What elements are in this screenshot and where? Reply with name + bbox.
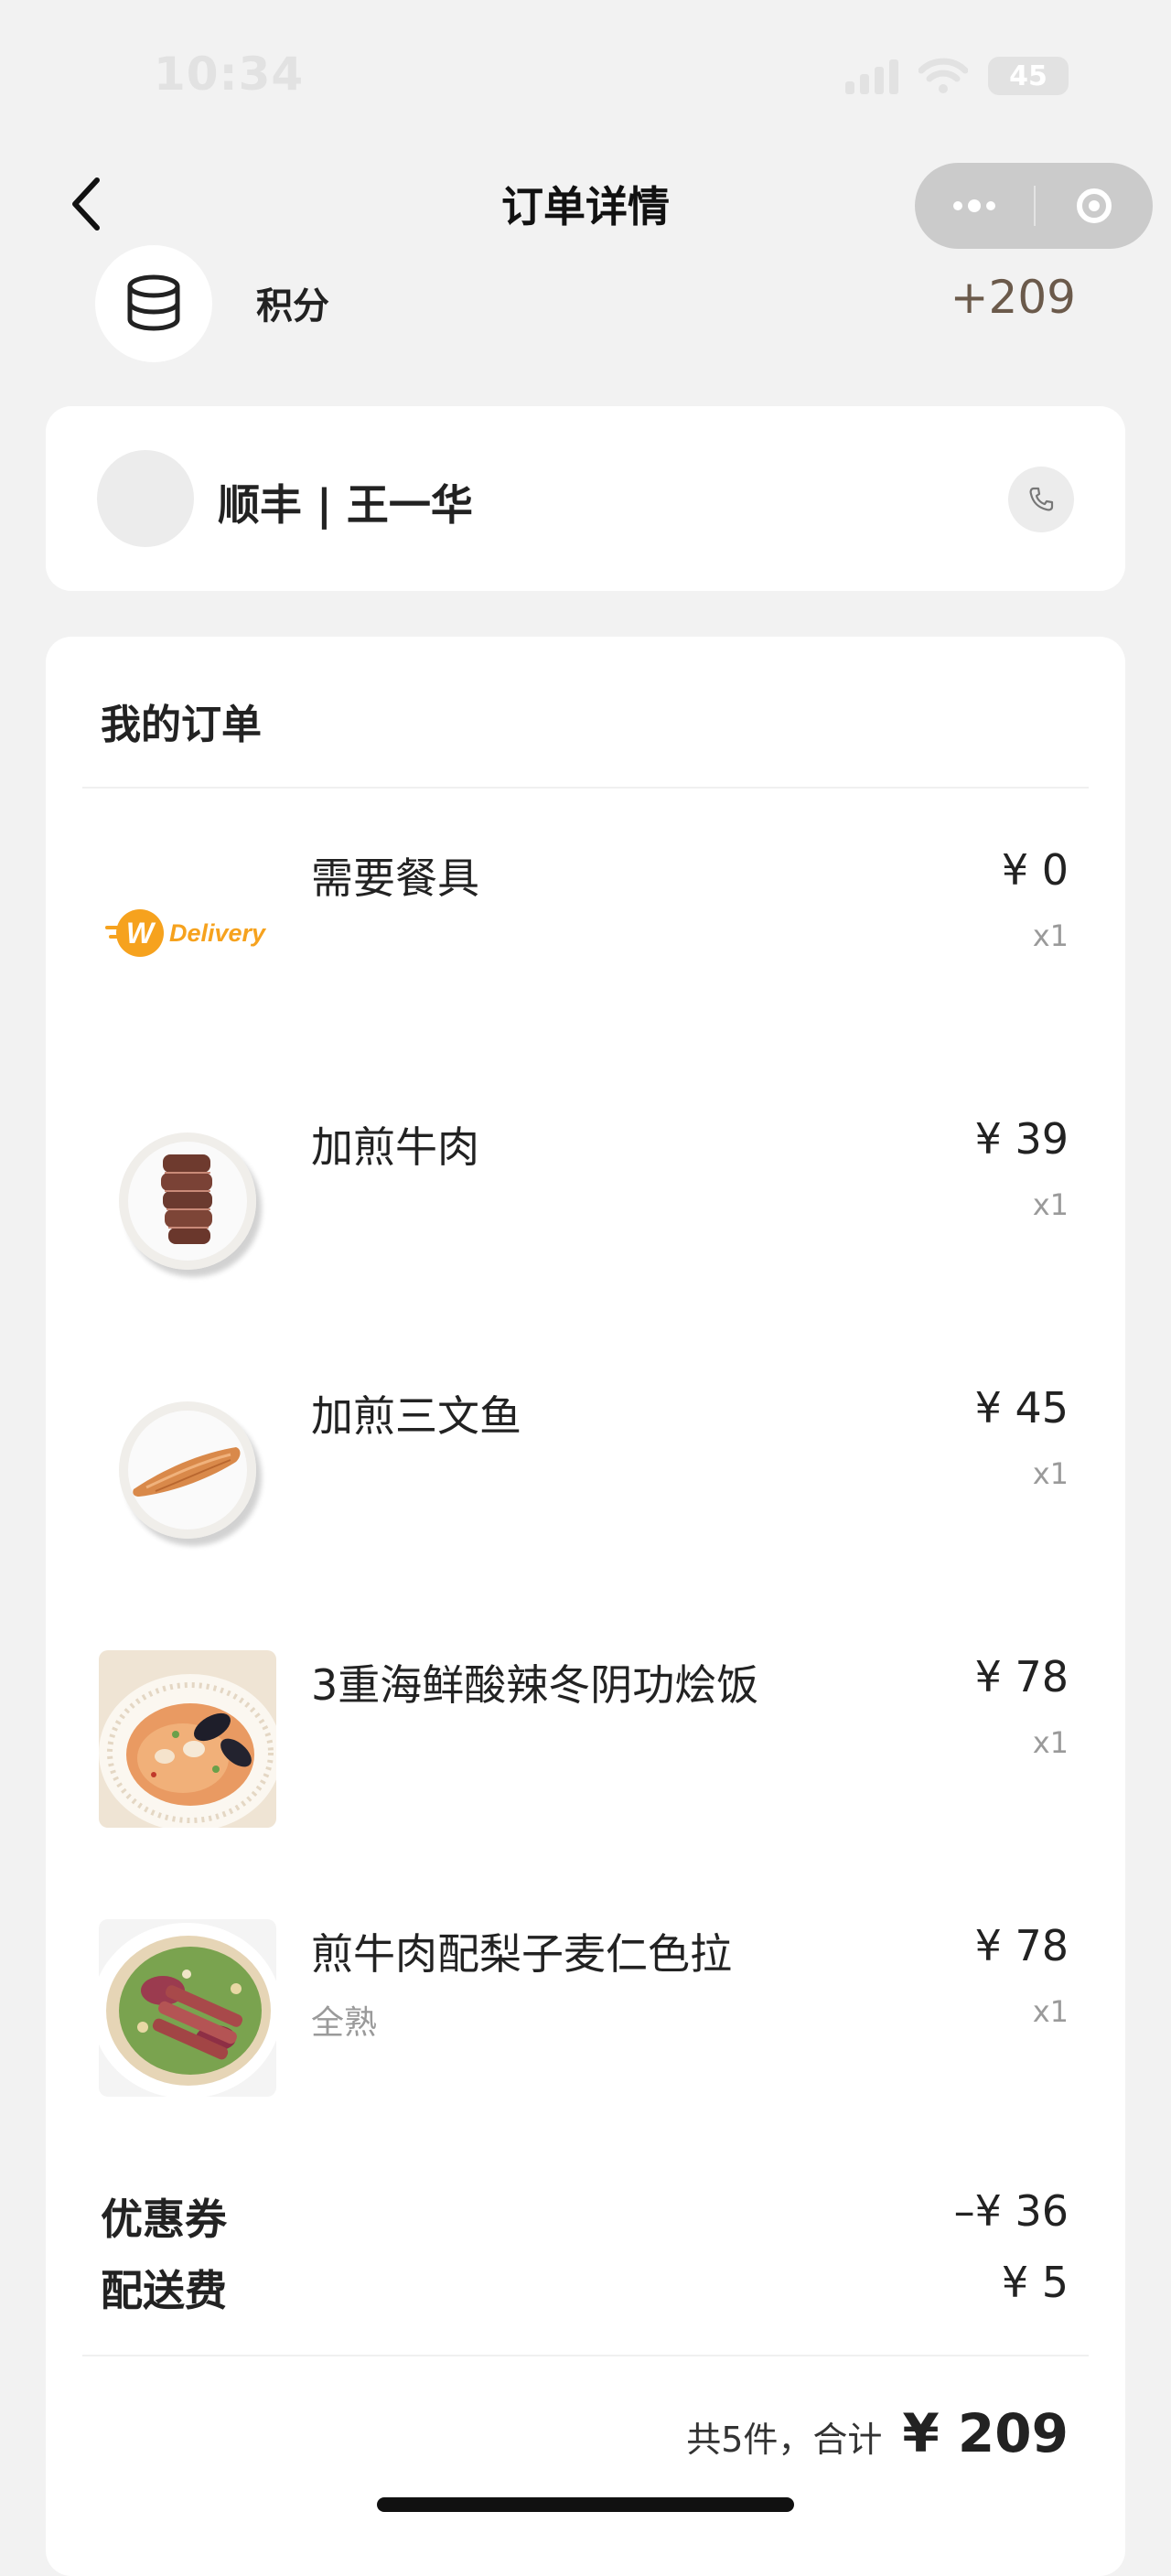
- close-miniprogram-icon[interactable]: [1036, 188, 1153, 223]
- list-item[interactable]: 加煎三文鱼 ¥ 45 x1: [46, 1381, 1125, 1564]
- list-item[interactable]: 3重海鲜酸辣冬阴功烩饭 ¥ 78 x1: [46, 1650, 1125, 1833]
- item-quantity: x1: [1032, 1456, 1069, 1491]
- points-label: 积分: [256, 285, 329, 327]
- delivery-fee-label: 配送费: [101, 2266, 227, 2315]
- home-indicator: [377, 2497, 794, 2512]
- total-amount: ¥ 209: [902, 2402, 1069, 2464]
- item-name: 加煎牛肉: [311, 1122, 479, 1172]
- item-quantity: x1: [1032, 1994, 1069, 2029]
- item-name: 加煎三文鱼: [311, 1391, 521, 1441]
- order-total: 共5件，合计 ¥ 209: [686, 2402, 1069, 2464]
- item-quantity: x1: [1032, 1725, 1069, 1760]
- item-price: ¥ 45: [974, 1383, 1069, 1433]
- courier-name: 顺丰 | 王一华: [218, 480, 473, 530]
- item-quantity: x1: [1032, 918, 1069, 953]
- divider: [82, 787, 1089, 789]
- item-price: ¥ 39: [974, 1114, 1069, 1164]
- item-name: 3重海鲜酸辣冬阴功烩饭: [311, 1660, 759, 1710]
- wifi-icon: [919, 58, 968, 94]
- status-icons: 45: [845, 57, 1069, 95]
- order-card: 我的订单 W Delivery 需要餐具 ¥ 0 x1 加煎牛肉 ¥ 39 x1…: [46, 637, 1125, 2576]
- signal-icon: [845, 58, 898, 94]
- item-name: 煎牛肉配梨子麦仁色拉: [311, 1929, 732, 1979]
- battery-icon: 45: [988, 57, 1069, 95]
- coupon-label: 优惠券: [101, 2195, 227, 2244]
- list-item[interactable]: 加煎牛肉 ¥ 39 x1: [46, 1112, 1125, 1295]
- total-count: 共5件，合计: [686, 2420, 883, 2460]
- divider: [82, 2355, 1089, 2356]
- status-time: 10:34: [154, 48, 305, 101]
- delivery-fee-value: ¥ 5: [1001, 2258, 1069, 2307]
- item-note: 全熟: [311, 2004, 378, 2042]
- item-price: ¥ 78: [974, 1652, 1069, 1701]
- courier-card: 顺丰 | 王一华: [46, 406, 1125, 591]
- avatar: [97, 450, 194, 547]
- salmon-plate-image: [99, 1381, 276, 1559]
- phone-button[interactable]: [1008, 467, 1074, 532]
- more-icon[interactable]: [915, 199, 1034, 212]
- miniprogram-capsule: [915, 163, 1153, 249]
- delivery-logo-text: Delivery: [169, 919, 267, 947]
- status-bar: 10:34 45: [0, 0, 1171, 156]
- item-name: 需要餐具: [311, 853, 479, 903]
- item-price: ¥ 0: [1001, 845, 1069, 895]
- item-quantity: x1: [1032, 1187, 1069, 1222]
- list-item[interactable]: W Delivery 需要餐具 ¥ 0 x1: [46, 843, 1125, 1026]
- delivery-logo-image: W Delivery: [99, 843, 276, 1021]
- coupon-value: –¥ 36: [953, 2186, 1069, 2236]
- coins-icon: [95, 245, 212, 362]
- seafood-rice-bowl-image: [99, 1650, 276, 1828]
- item-price: ¥ 78: [974, 1921, 1069, 1970]
- points-value: +209: [950, 271, 1076, 324]
- phone-icon: [1029, 487, 1054, 511]
- steak-plate-image: [99, 1112, 276, 1290]
- svg-text:W: W: [126, 917, 156, 950]
- list-item[interactable]: 煎牛肉配梨子麦仁色拉 全熟 ¥ 78 x1: [46, 1919, 1125, 2102]
- beef-salad-bowl-image: [99, 1919, 276, 2097]
- order-section-title: 我的订单: [101, 702, 262, 748]
